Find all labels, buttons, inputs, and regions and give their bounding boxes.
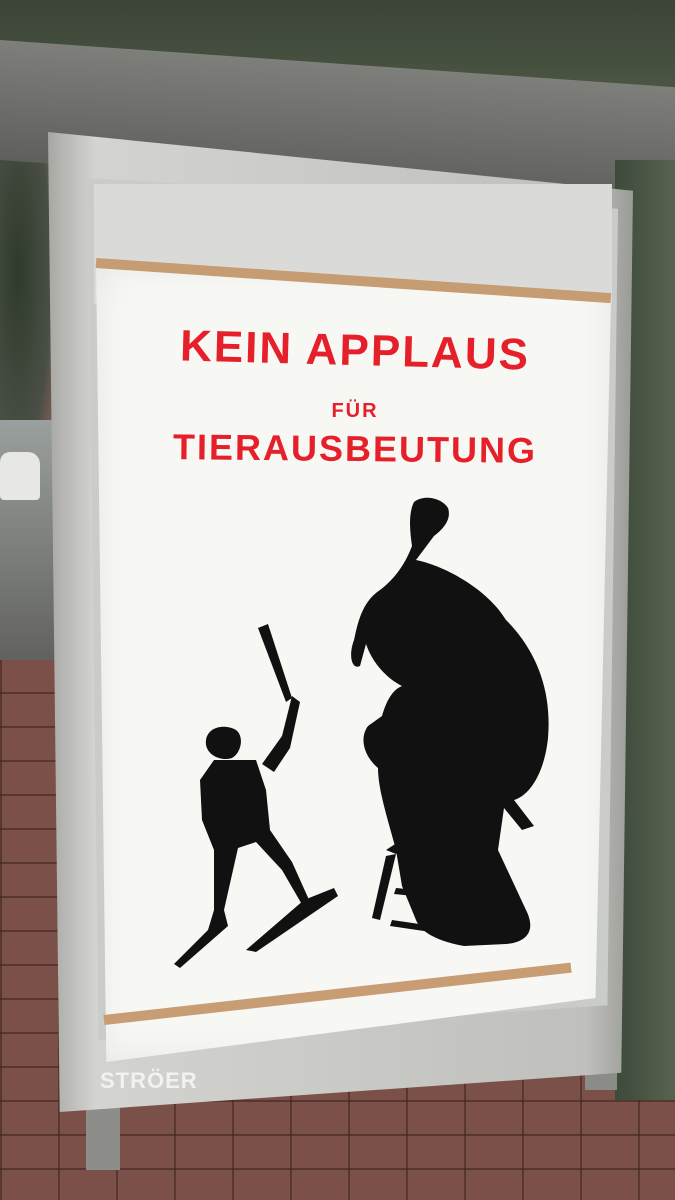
brand-label: STRÖER: [100, 1068, 198, 1093]
parked-car: [0, 452, 40, 500]
headline-line-3: TIERAUSBEUTUNG: [172, 426, 538, 471]
bus-shelter-scene: KEIN APPLAUS FÜR TIERAUSBEUTUNG STRÖER: [0, 0, 675, 1200]
person-with-whip-silhouette: [174, 624, 338, 968]
headline-line-2: FÜR: [331, 400, 379, 422]
silhouette-drawing: [174, 497, 549, 968]
elephant-on-stool-silhouette: [351, 497, 549, 946]
frame-foot: [86, 1100, 120, 1170]
poster-illustration: [96, 490, 611, 1050]
